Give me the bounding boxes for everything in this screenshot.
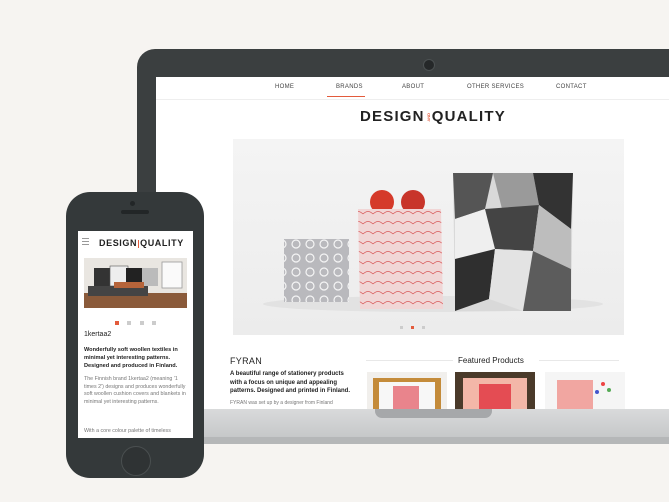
nav-active-indicator xyxy=(327,96,365,97)
slider-dot-active[interactable] xyxy=(411,326,414,330)
laptop-camera xyxy=(423,59,435,71)
phone-speaker xyxy=(121,210,149,214)
slider-dot[interactable] xyxy=(139,320,144,325)
nav-contact[interactable]: CONTACT xyxy=(556,84,587,90)
hero-slider-image xyxy=(233,139,624,335)
brand-body: FYRAN was set up by a designer from Finl… xyxy=(230,400,333,406)
slider-dot[interactable] xyxy=(152,320,157,325)
featured-product-2[interactable] xyxy=(455,372,535,409)
product-image xyxy=(455,372,535,409)
product-image xyxy=(545,372,625,409)
slider-dot-active[interactable] xyxy=(114,320,119,325)
laptop-base-edge xyxy=(152,437,669,444)
mobile-brand-body: The Finnish brand 1kertaa2 (meaning '1 t… xyxy=(84,376,186,405)
mobile-brand-body-2: With a core colour palette of timeless xyxy=(84,428,171,434)
logo-and: AND xyxy=(425,112,431,122)
slider-dots xyxy=(156,319,669,330)
nav-home[interactable]: HOME xyxy=(275,84,294,90)
nav-about[interactable]: ABOUT xyxy=(402,84,424,90)
nav-other-services[interactable]: OTHER SERVICES xyxy=(467,84,524,90)
brand-title: FYRAN xyxy=(230,356,263,366)
featured-divider-right xyxy=(539,360,619,361)
brand-description: A beautiful range of stationery products… xyxy=(230,371,351,394)
top-nav: HOME BRANDS ABOUT OTHER SERVICES CONTACT xyxy=(156,77,669,100)
hamburger-menu-icon[interactable] xyxy=(82,238,89,247)
mobile-slider-dots xyxy=(78,314,193,332)
logo-separator xyxy=(138,239,140,248)
slider-dot[interactable] xyxy=(422,326,426,330)
featured-product-1[interactable] xyxy=(367,372,447,409)
mobile-logo-quality: QUALITY xyxy=(140,238,184,248)
phone-home-button[interactable] xyxy=(121,446,151,476)
featured-product-3[interactable] xyxy=(545,372,625,409)
slider-dot[interactable] xyxy=(399,326,403,330)
phone-camera xyxy=(130,201,135,206)
logo-design: DESIGN xyxy=(360,108,425,125)
mobile-website: DESIGN QUALITY 1kertaa2 Wonderfully soft … xyxy=(78,231,193,438)
featured-products-heading: Featured Products xyxy=(458,356,524,365)
logo-quality: QUALITY xyxy=(431,108,506,125)
site-logo[interactable]: DESIGNANDQUALITY xyxy=(360,108,506,125)
featured-divider-left xyxy=(366,360,453,361)
slider-dot[interactable] xyxy=(127,320,132,325)
mobile-logo[interactable]: DESIGN QUALITY xyxy=(99,238,184,248)
cushions-illustration xyxy=(84,261,187,308)
mobile-hero-image xyxy=(84,258,187,308)
laptop-notch xyxy=(375,409,492,418)
nav-brands[interactable]: BRANDS xyxy=(336,84,363,90)
paper-bags-illustration xyxy=(263,173,603,312)
product-image xyxy=(373,378,441,409)
mobile-logo-design: DESIGN xyxy=(99,238,138,248)
desktop-website: HOME BRANDS ABOUT OTHER SERVICES CONTACT… xyxy=(156,77,669,409)
mobile-brand-description: Wonderfully soft woollen textiles in min… xyxy=(84,347,178,369)
mobile-brand-title: 1kertaa2 xyxy=(84,331,112,338)
